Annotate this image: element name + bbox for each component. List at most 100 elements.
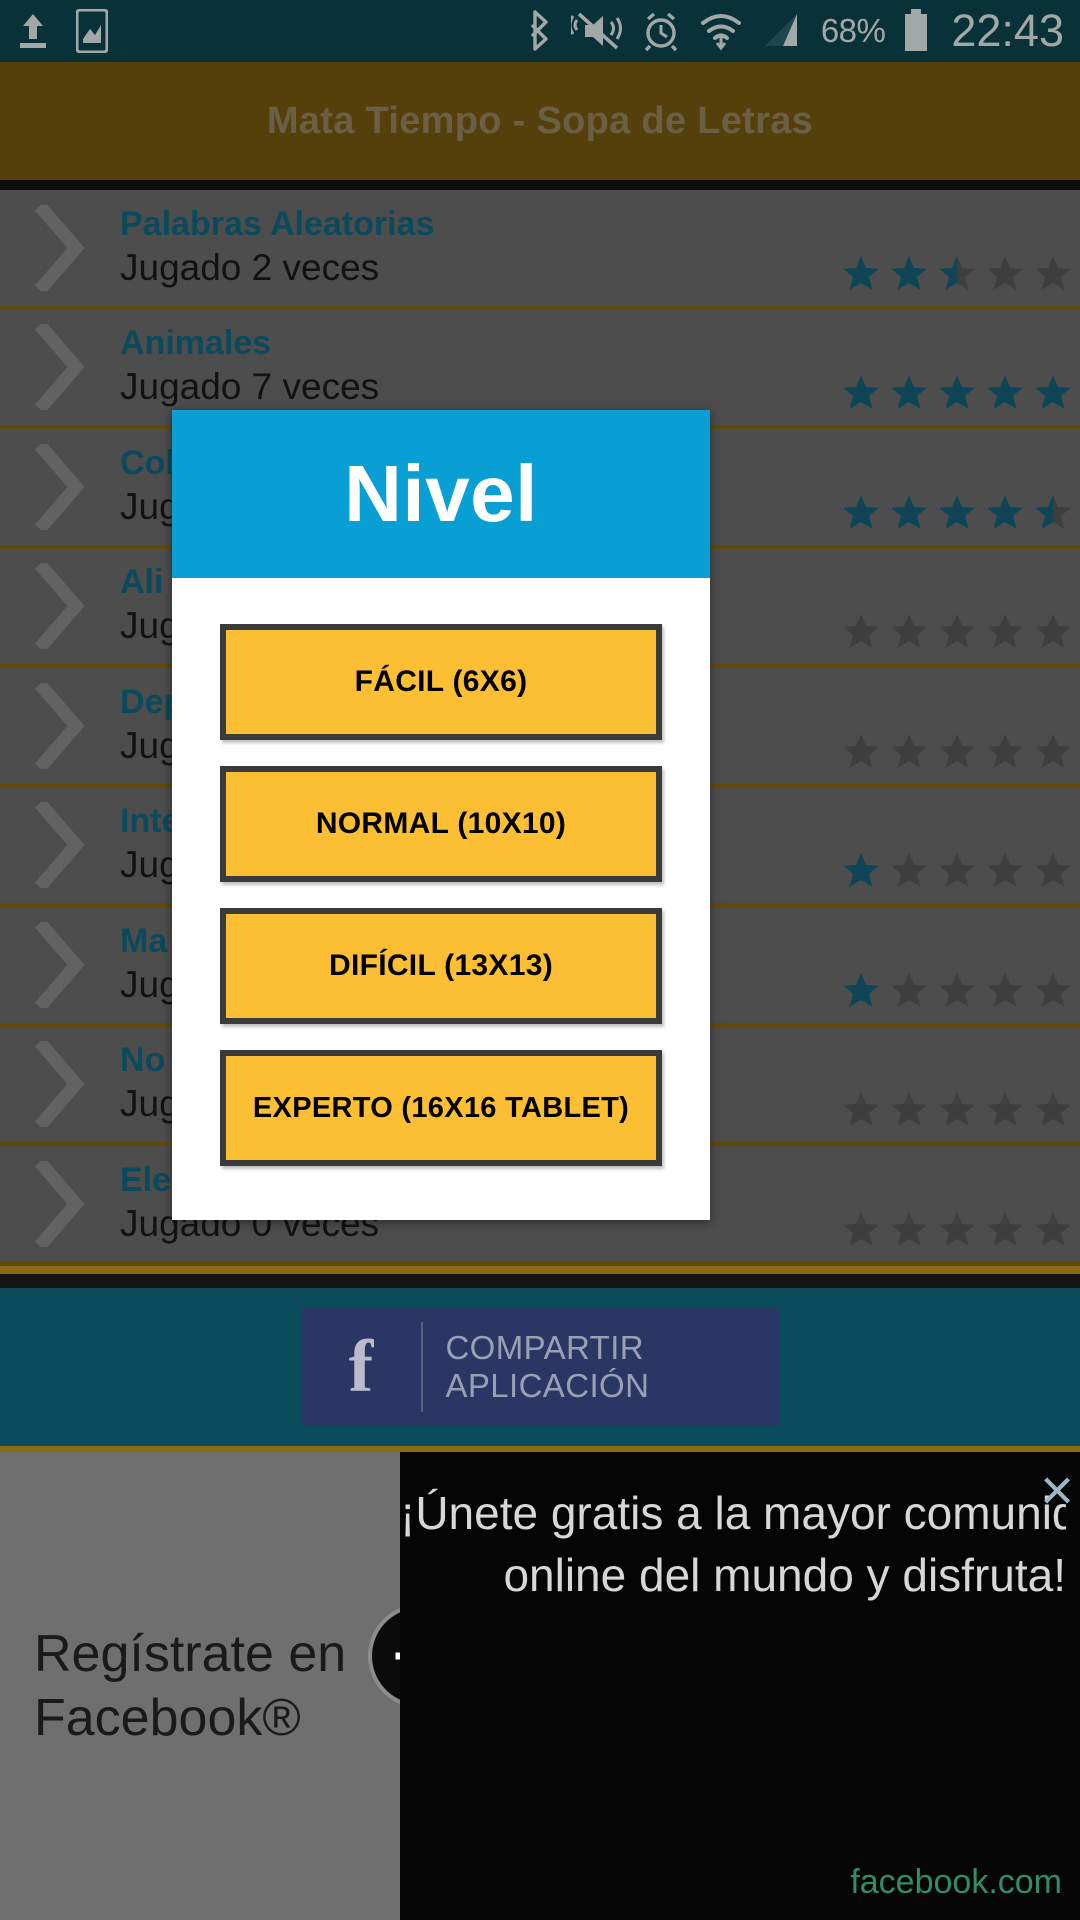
star-icon [1034, 493, 1072, 531]
level-dialog-title: Nivel [344, 449, 538, 538]
footer-bar: f COMPARTIR APLICACIÓN [0, 1288, 1080, 1446]
star-icon [842, 373, 880, 411]
level-dialog-body: FÁCIL (6X6) NORMAL (10X10) DIFÍCIL (13X13)… [172, 578, 710, 1212]
star-icon [1034, 732, 1072, 770]
rating-stars [842, 612, 1072, 650]
ad-left-line2: Facebook® [34, 1689, 301, 1747]
rating-stars [842, 254, 1072, 292]
star-icon [890, 254, 928, 292]
star-icon [890, 373, 928, 411]
screen-root: 68% 22:43 Mata Tiempo - Sopa de Letras P… [0, 0, 1080, 1920]
star-icon [890, 612, 928, 650]
ad-left-pane[interactable]: Regístrate en Facebook® [0, 1452, 400, 1920]
star-icon [938, 971, 976, 1009]
star-icon [1034, 612, 1072, 650]
level-dialog-header: Nivel [172, 410, 710, 578]
status-bar-clock: 22:43 [951, 5, 1064, 56]
list-item-title: Palabras Aleatorias [120, 204, 435, 243]
star-icon [890, 971, 928, 1009]
star-icon [938, 1090, 976, 1128]
upload-icon [16, 12, 50, 50]
chevron-right-icon [0, 802, 120, 889]
share-app-button[interactable]: f COMPARTIR APLICACIÓN [301, 1308, 779, 1426]
star-icon [842, 1090, 880, 1128]
app-bar: Mata Tiempo - Sopa de Letras [0, 62, 1080, 180]
star-icon [842, 254, 880, 292]
footer-dark-divider [0, 1274, 1080, 1288]
rating-stars [842, 1210, 1072, 1248]
chevron-right-icon [0, 1041, 120, 1128]
star-icon [1034, 254, 1072, 292]
rating-stars [842, 373, 1072, 411]
star-icon [938, 732, 976, 770]
chevron-right-icon [0, 682, 120, 769]
star-icon [986, 851, 1024, 889]
rating-stars [842, 493, 1072, 531]
status-bar-right-icons: 68% 22:43 [527, 5, 1064, 57]
star-icon [938, 373, 976, 411]
bluetooth-icon [527, 9, 553, 53]
star-icon [890, 851, 928, 889]
star-icon [842, 612, 880, 650]
app-bar-shadow [0, 180, 1080, 190]
star-icon [842, 971, 880, 1009]
star-icon [986, 732, 1024, 770]
ad-right-line1: ¡Únete gratis a la mayor comunida [400, 1487, 1066, 1539]
chevron-right-icon [0, 1160, 120, 1247]
chevron-right-icon [0, 921, 120, 1008]
level-button[interactable]: NORMAL (10X10) [220, 766, 662, 882]
ad-right-text: ¡Únete gratis a la mayor comunida online… [400, 1482, 1080, 1606]
app-bar-title: Mata Tiempo - Sopa de Letras [266, 99, 814, 142]
mute-vibrate-icon [570, 10, 623, 52]
star-icon [890, 732, 928, 770]
share-app-label: COMPARTIR APLICACIÓN [445, 1329, 650, 1404]
star-icon [890, 493, 928, 531]
ad-banner[interactable]: Regístrate en Facebook® ¡Únete gratis a … [0, 1452, 1080, 1920]
ad-left-line1: Regístrate en [34, 1625, 347, 1683]
chevron-right-icon [0, 324, 120, 411]
level-dialog: Nivel FÁCIL (6X6) NORMAL (10X10) DIFÍCIL (… [172, 410, 710, 1220]
level-button[interactable]: FÁCIL (6X6) [220, 624, 662, 740]
star-icon [842, 493, 880, 531]
star-icon [986, 254, 1024, 292]
star-icon [1034, 971, 1072, 1009]
alarm-icon [641, 10, 681, 52]
status-bar: 68% 22:43 [0, 0, 1080, 62]
battery-icon [903, 9, 929, 53]
rating-stars [842, 851, 1072, 889]
list-item-title: Animales [120, 324, 272, 363]
status-bar-left-icons [16, 9, 108, 53]
rating-stars [842, 971, 1072, 1009]
ad-right-pane[interactable]: ¡Únete gratis a la mayor comunida online… [400, 1452, 1080, 1920]
star-icon [986, 1210, 1024, 1248]
star-icon [890, 1090, 928, 1128]
rating-stars [842, 732, 1072, 770]
wifi-icon [699, 10, 743, 52]
star-icon [986, 493, 1024, 531]
screenshot-icon [76, 9, 108, 53]
star-icon [890, 1210, 928, 1248]
chevron-right-icon [0, 563, 120, 650]
star-icon [986, 1090, 1024, 1128]
star-icon [1034, 1090, 1072, 1128]
star-icon [1034, 373, 1072, 411]
star-icon [986, 612, 1024, 650]
battery-percent-label: 68% [820, 12, 886, 49]
star-icon [1034, 851, 1072, 889]
star-icon [842, 1210, 880, 1248]
footer-divider [0, 1266, 1080, 1274]
facebook-icon: f [348, 1326, 374, 1408]
ad-right-line2: online del mundo y disfruta! [503, 1549, 1066, 1601]
list-item[interactable]: Palabras Aleatorias Jugado 2 veces [0, 190, 1080, 310]
ad-domain-label: facebook.com [850, 1863, 1062, 1901]
chevron-right-icon [0, 204, 120, 291]
level-button[interactable]: EXPERTO (16X16 TABLET) [220, 1050, 662, 1166]
star-icon [842, 732, 880, 770]
star-icon [938, 612, 976, 650]
star-icon [842, 851, 880, 889]
signal-icon [761, 10, 803, 52]
level-button[interactable]: DIFÍCIL (13X13) [220, 908, 662, 1024]
ad-close-icon[interactable]: × [1040, 1462, 1074, 1520]
star-icon [938, 254, 976, 292]
star-icon [986, 971, 1024, 1009]
